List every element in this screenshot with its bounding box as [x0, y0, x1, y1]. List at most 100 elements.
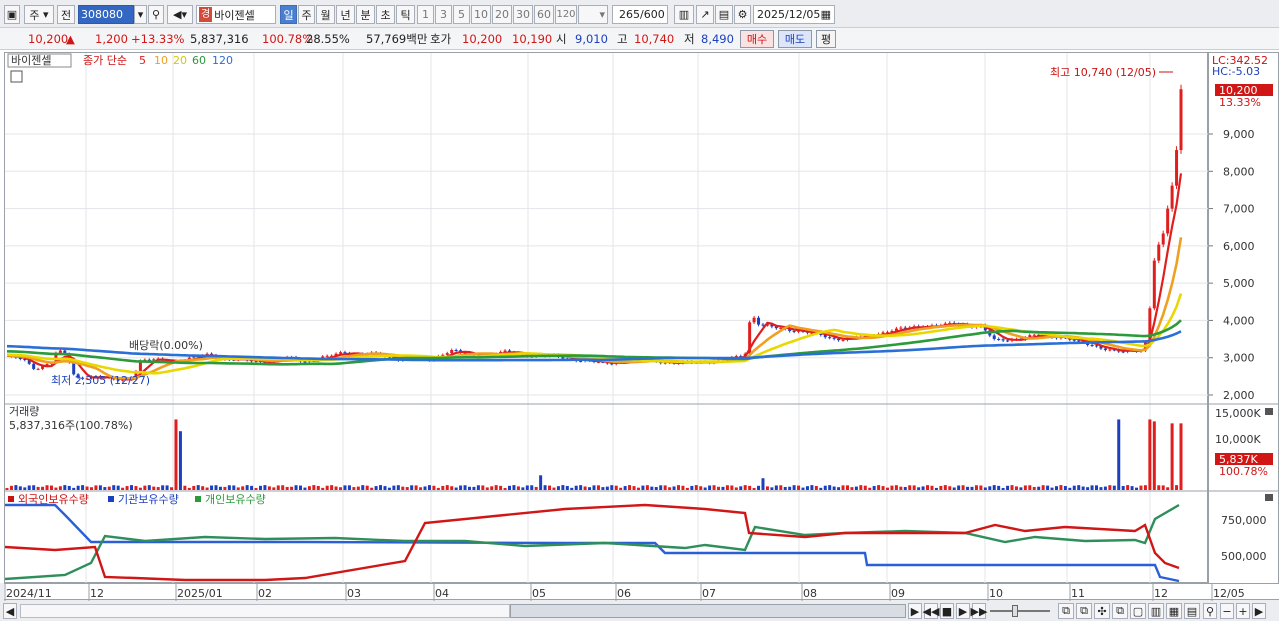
volume-bar: [1072, 485, 1076, 490]
volume-bar: [392, 485, 396, 490]
calendar-icon[interactable]: ▦: [821, 8, 831, 21]
stock-code-input[interactable]: 308080: [78, 5, 134, 24]
market-select[interactable]: 주 ▾: [24, 5, 54, 24]
save-icon[interactable]: ▤: [715, 5, 733, 24]
buy-button[interactable]: 매수: [740, 30, 774, 48]
jeon-button[interactable]: 전: [57, 5, 75, 24]
compare-icon[interactable]: ⧉: [1058, 603, 1074, 619]
period-tick[interactable]: 틱: [396, 5, 415, 24]
grid-toggle-icon[interactable]: [10, 70, 23, 83]
zoom-out-icon[interactable]: −: [1220, 603, 1234, 619]
min-60[interactable]: 60: [534, 5, 554, 24]
period-week[interactable]: 주: [298, 5, 315, 24]
zoom-slider-handle[interactable]: [1012, 605, 1018, 617]
min-10[interactable]: 10: [471, 5, 491, 24]
volume-bar: [1077, 485, 1081, 490]
price-tick-label: 2,000: [1223, 389, 1255, 402]
min-1[interactable]: 1: [417, 5, 434, 24]
scroll-right-icon[interactable]: ▶: [908, 603, 922, 619]
candle-icon[interactable]: ▥: [674, 5, 694, 24]
scroll-left-icon[interactable]: ◀: [3, 603, 17, 619]
scroll-track[interactable]: [20, 604, 510, 618]
volume-bar: [379, 485, 383, 490]
volume-bar: [423, 486, 427, 490]
volume-bar: [619, 487, 623, 490]
volume-bar: [676, 485, 680, 490]
min-5[interactable]: 5: [453, 5, 470, 24]
volume-bar: [801, 487, 805, 490]
volume-bar: [361, 485, 365, 490]
volume-bar: [1130, 486, 1134, 490]
stock-name-box[interactable]: 경 바이젠셀: [196, 5, 276, 24]
magnifier-icon[interactable]: ⚲: [1203, 603, 1217, 619]
volume-bar: [734, 487, 738, 490]
stop-icon[interactable]: ■: [940, 603, 954, 619]
volume-bar: [681, 485, 685, 490]
volume-pane-close-icon[interactable]: [1265, 408, 1273, 415]
table-icon[interactable]: ▦: [1166, 603, 1182, 619]
candle-body: [325, 355, 329, 357]
period-minute[interactable]: 분: [356, 5, 375, 24]
rewind-icon[interactable]: ◀◀: [923, 603, 939, 619]
fast-forward-icon[interactable]: ▶▶: [971, 603, 987, 619]
volume-bar: [463, 485, 467, 490]
volume-bar: [227, 485, 231, 490]
custom-period-select[interactable]: ▾: [578, 5, 608, 24]
chart-svg: 바이젠셀 종가 단순 5 10 20 60 120 최고 10,740 (12/…: [4, 53, 1209, 584]
count-input[interactable]: 265/600: [612, 5, 668, 24]
volume-bar: [628, 485, 632, 490]
list-icon[interactable]: ▤: [1184, 603, 1200, 619]
sell-button[interactable]: 매도: [778, 30, 812, 48]
candle-body: [1152, 260, 1156, 309]
eval-button[interactable]: 평: [816, 30, 836, 48]
zoom-slider[interactable]: [990, 610, 1050, 612]
volume-bar: [272, 487, 276, 490]
volume-bar: [410, 485, 414, 490]
high-label: 고: [617, 32, 628, 46]
zoom-in-icon[interactable]: +: [1236, 603, 1250, 619]
volume-bar: [1175, 485, 1179, 490]
volume-bar: [459, 485, 463, 490]
play-icon[interactable]: ▶: [956, 603, 970, 619]
copy-icon[interactable]: ⧉: [1076, 603, 1092, 619]
draw-icon[interactable]: ↗: [696, 5, 714, 24]
layers-icon[interactable]: ⧉: [1112, 603, 1128, 619]
period-day[interactable]: 일: [280, 5, 297, 24]
bid-price: 10,190: [512, 32, 553, 46]
holder-pane-close-icon[interactable]: [1265, 494, 1273, 501]
volume-bar: [1152, 421, 1156, 490]
period-second[interactable]: 초: [376, 5, 395, 24]
code-dropdown-icon[interactable]: ▾: [134, 5, 147, 24]
volume-bar: [632, 486, 636, 490]
volume-bar: [899, 486, 903, 490]
candle-body: [1179, 89, 1183, 151]
gear-icon[interactable]: ⚙: [734, 5, 751, 24]
period-year[interactable]: 년: [336, 5, 355, 24]
scroll-thumb[interactable]: [510, 604, 906, 618]
expand-icon[interactable]: ▶: [1252, 603, 1266, 619]
layout-icon[interactable]: ▣: [4, 5, 20, 24]
date-label: 08: [803, 587, 817, 600]
volume-bar: [668, 487, 672, 490]
min-20[interactable]: 20: [492, 5, 512, 24]
min-3[interactable]: 3: [435, 5, 452, 24]
speaker-icon[interactable]: ◀▾: [167, 5, 193, 24]
chart-area[interactable]: 바이젠셀 종가 단순 5 10 20 60 120 최고 10,740 (12/…: [4, 52, 1209, 584]
window-icon[interactable]: ▢: [1130, 603, 1146, 619]
volume-bar: [548, 485, 552, 490]
volume-bar: [23, 487, 27, 490]
period-month[interactable]: 월: [316, 5, 335, 24]
date-input[interactable]: 2025/12/05 ▦: [753, 5, 835, 24]
volume-bar: [347, 485, 351, 490]
crosshair-icon[interactable]: ✣: [1094, 603, 1110, 619]
min-30[interactable]: 30: [513, 5, 533, 24]
search-icon[interactable]: ⚲: [148, 5, 164, 24]
volume-bar: [1170, 423, 1174, 490]
volume-bar: [539, 475, 543, 490]
price-tick-label: 6,000: [1223, 240, 1255, 253]
min-120[interactable]: 120: [555, 5, 577, 24]
price-change-pct: +13.33%: [131, 32, 185, 46]
split-icon[interactable]: ▥: [1148, 603, 1164, 619]
volume-bar: [797, 485, 801, 490]
volume-bar: [926, 485, 930, 490]
